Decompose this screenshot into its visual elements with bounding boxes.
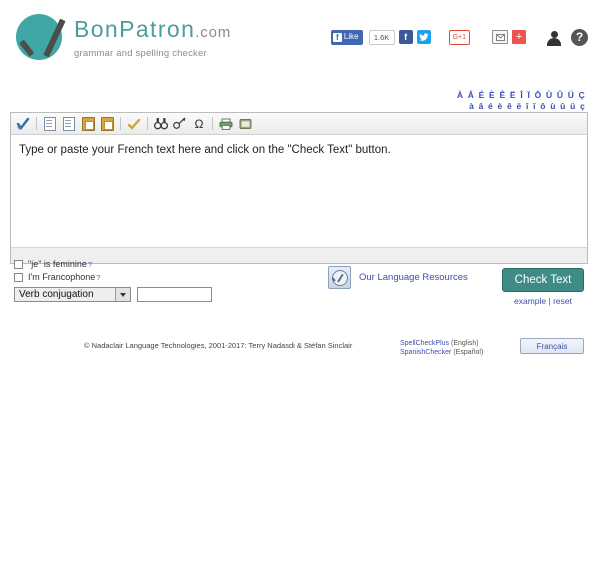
select-all-icon[interactable] (126, 116, 142, 132)
person-icon[interactable] (546, 29, 562, 46)
footer-link-spellcheckplus-name: SpellCheckPlus (400, 340, 450, 347)
replace-icon[interactable] (172, 116, 188, 132)
chevron-down-icon[interactable] (114, 288, 130, 301)
je-is-feminine-help-icon[interactable]: ? (88, 260, 92, 269)
logo-title-main: BonPatron (74, 16, 196, 42)
social-share-bar: f Like 1.6K f G+1 + ? (330, 27, 588, 47)
im-francophone-help-icon[interactable]: ? (96, 273, 100, 282)
facebook-share-icon[interactable]: f (398, 30, 413, 44)
check-text-button[interactable]: Check Text (502, 268, 584, 292)
im-francophone-label: I'm Francophone (28, 272, 96, 282)
find-icon[interactable] (153, 116, 169, 132)
tool-select[interactable]: Verb conjugation (14, 287, 131, 302)
text-editor: Ω Type or paste your French text here an… (10, 112, 588, 264)
question-mark-icon[interactable]: ? (571, 28, 588, 46)
facebook-like-count: 1.6K (368, 29, 395, 45)
option-je-is-feminine[interactable]: "je" is feminine ? (14, 259, 244, 270)
je-is-feminine-label: "je" is feminine (28, 259, 87, 269)
check-text-area: Check Text example | reset (498, 268, 588, 306)
toolbar-separator (120, 117, 121, 130)
toolbar-separator (212, 117, 213, 130)
copy-icon[interactable] (61, 116, 77, 132)
editor-placeholder-text: Type or paste your French text here and … (19, 144, 391, 156)
editor-options: "je" is feminine ? I'm Francophone ? Ver… (14, 259, 244, 302)
footer-link-spanishchecker[interactable]: SpanishChecker (Español) (400, 348, 483, 357)
tool-select-value: Verb conjugation (19, 289, 94, 300)
footer-link-spanishchecker-lang: (Español) (453, 349, 484, 357)
twitter-share-icon[interactable] (416, 30, 431, 44)
logo-text: BonPatron.com grammar and spelling check… (74, 14, 231, 60)
special-character-icon[interactable]: Ω (191, 116, 207, 132)
paste-icon[interactable] (80, 116, 96, 132)
reset-link[interactable]: reset (553, 296, 572, 306)
site-header: BonPatron.com grammar and spelling check… (0, 0, 600, 70)
link-separator: | (548, 296, 551, 306)
facebook-like-label: Like (343, 32, 359, 41)
toolbar-separator (147, 117, 148, 130)
logo-tagline: grammar and spelling checker (74, 48, 207, 59)
book-icon (328, 266, 351, 289)
print-icon[interactable] (218, 116, 234, 132)
toolbar-separator (36, 117, 37, 130)
logo-title-tld: .com (195, 24, 232, 41)
tool-selector-row: Verb conjugation (14, 287, 244, 302)
google-plus-icon[interactable]: G+1 (448, 29, 470, 45)
accent-character-palette: À Â É È Ê Ë Î Ï Ô Ù Û Ü Ç à â é è ê ë î … (457, 90, 586, 111)
site-logo[interactable]: BonPatron.com grammar and spelling check… (16, 14, 231, 60)
footer-link-spellcheckplus[interactable]: SpellCheckPlus (English) (400, 339, 483, 348)
language-switch-button[interactable]: Français (520, 338, 584, 354)
facebook-like-button[interactable]: f Like (330, 29, 363, 45)
spell-check-icon[interactable] (15, 116, 31, 132)
option-im-francophone[interactable]: I'm Francophone ? (14, 272, 244, 283)
bonpatron-page: BonPatron.com grammar and spelling check… (0, 0, 600, 587)
facebook-f-icon: f (332, 32, 342, 42)
tool-query-input[interactable] (137, 287, 212, 302)
editor-sub-links: example | reset (498, 296, 588, 306)
footer-link-spellcheckplus-lang: (English) (450, 340, 479, 347)
maximize-icon[interactable] (237, 116, 253, 132)
im-francophone-checkbox[interactable] (14, 273, 23, 282)
editor-toolbar: Ω (11, 113, 587, 135)
language-resources[interactable]: Our Language Resources (328, 266, 468, 289)
copyright-text: © Nadaclair Language Technologies, 2001-… (84, 341, 353, 350)
editor-text-area[interactable]: Type or paste your French text here and … (11, 135, 587, 247)
je-is-feminine-checkbox[interactable] (14, 260, 23, 269)
cut-icon[interactable] (42, 116, 58, 132)
checkmark-logo-icon (16, 14, 66, 60)
email-share-icon[interactable] (492, 30, 508, 44)
addthis-plus-icon[interactable]: + (512, 30, 526, 44)
language-resources-label: Our Language Resources (359, 272, 468, 283)
footer-link-spanishchecker-name: SpanishChecker (400, 349, 452, 357)
paste-text-icon[interactable] (99, 116, 115, 132)
accent-row-uppercase[interactable]: À Â É È Ê Ë Î Ï Ô Ù Û Ü Ç (457, 90, 586, 101)
logo-title: BonPatron.com (74, 18, 231, 41)
accent-row-lowercase[interactable]: à â é è ê ë î ï ô ù û ü ç (457, 101, 586, 112)
footer-product-links: SpellCheckPlus (English) SpanishChecker … (400, 339, 483, 358)
example-link[interactable]: example (514, 296, 546, 306)
